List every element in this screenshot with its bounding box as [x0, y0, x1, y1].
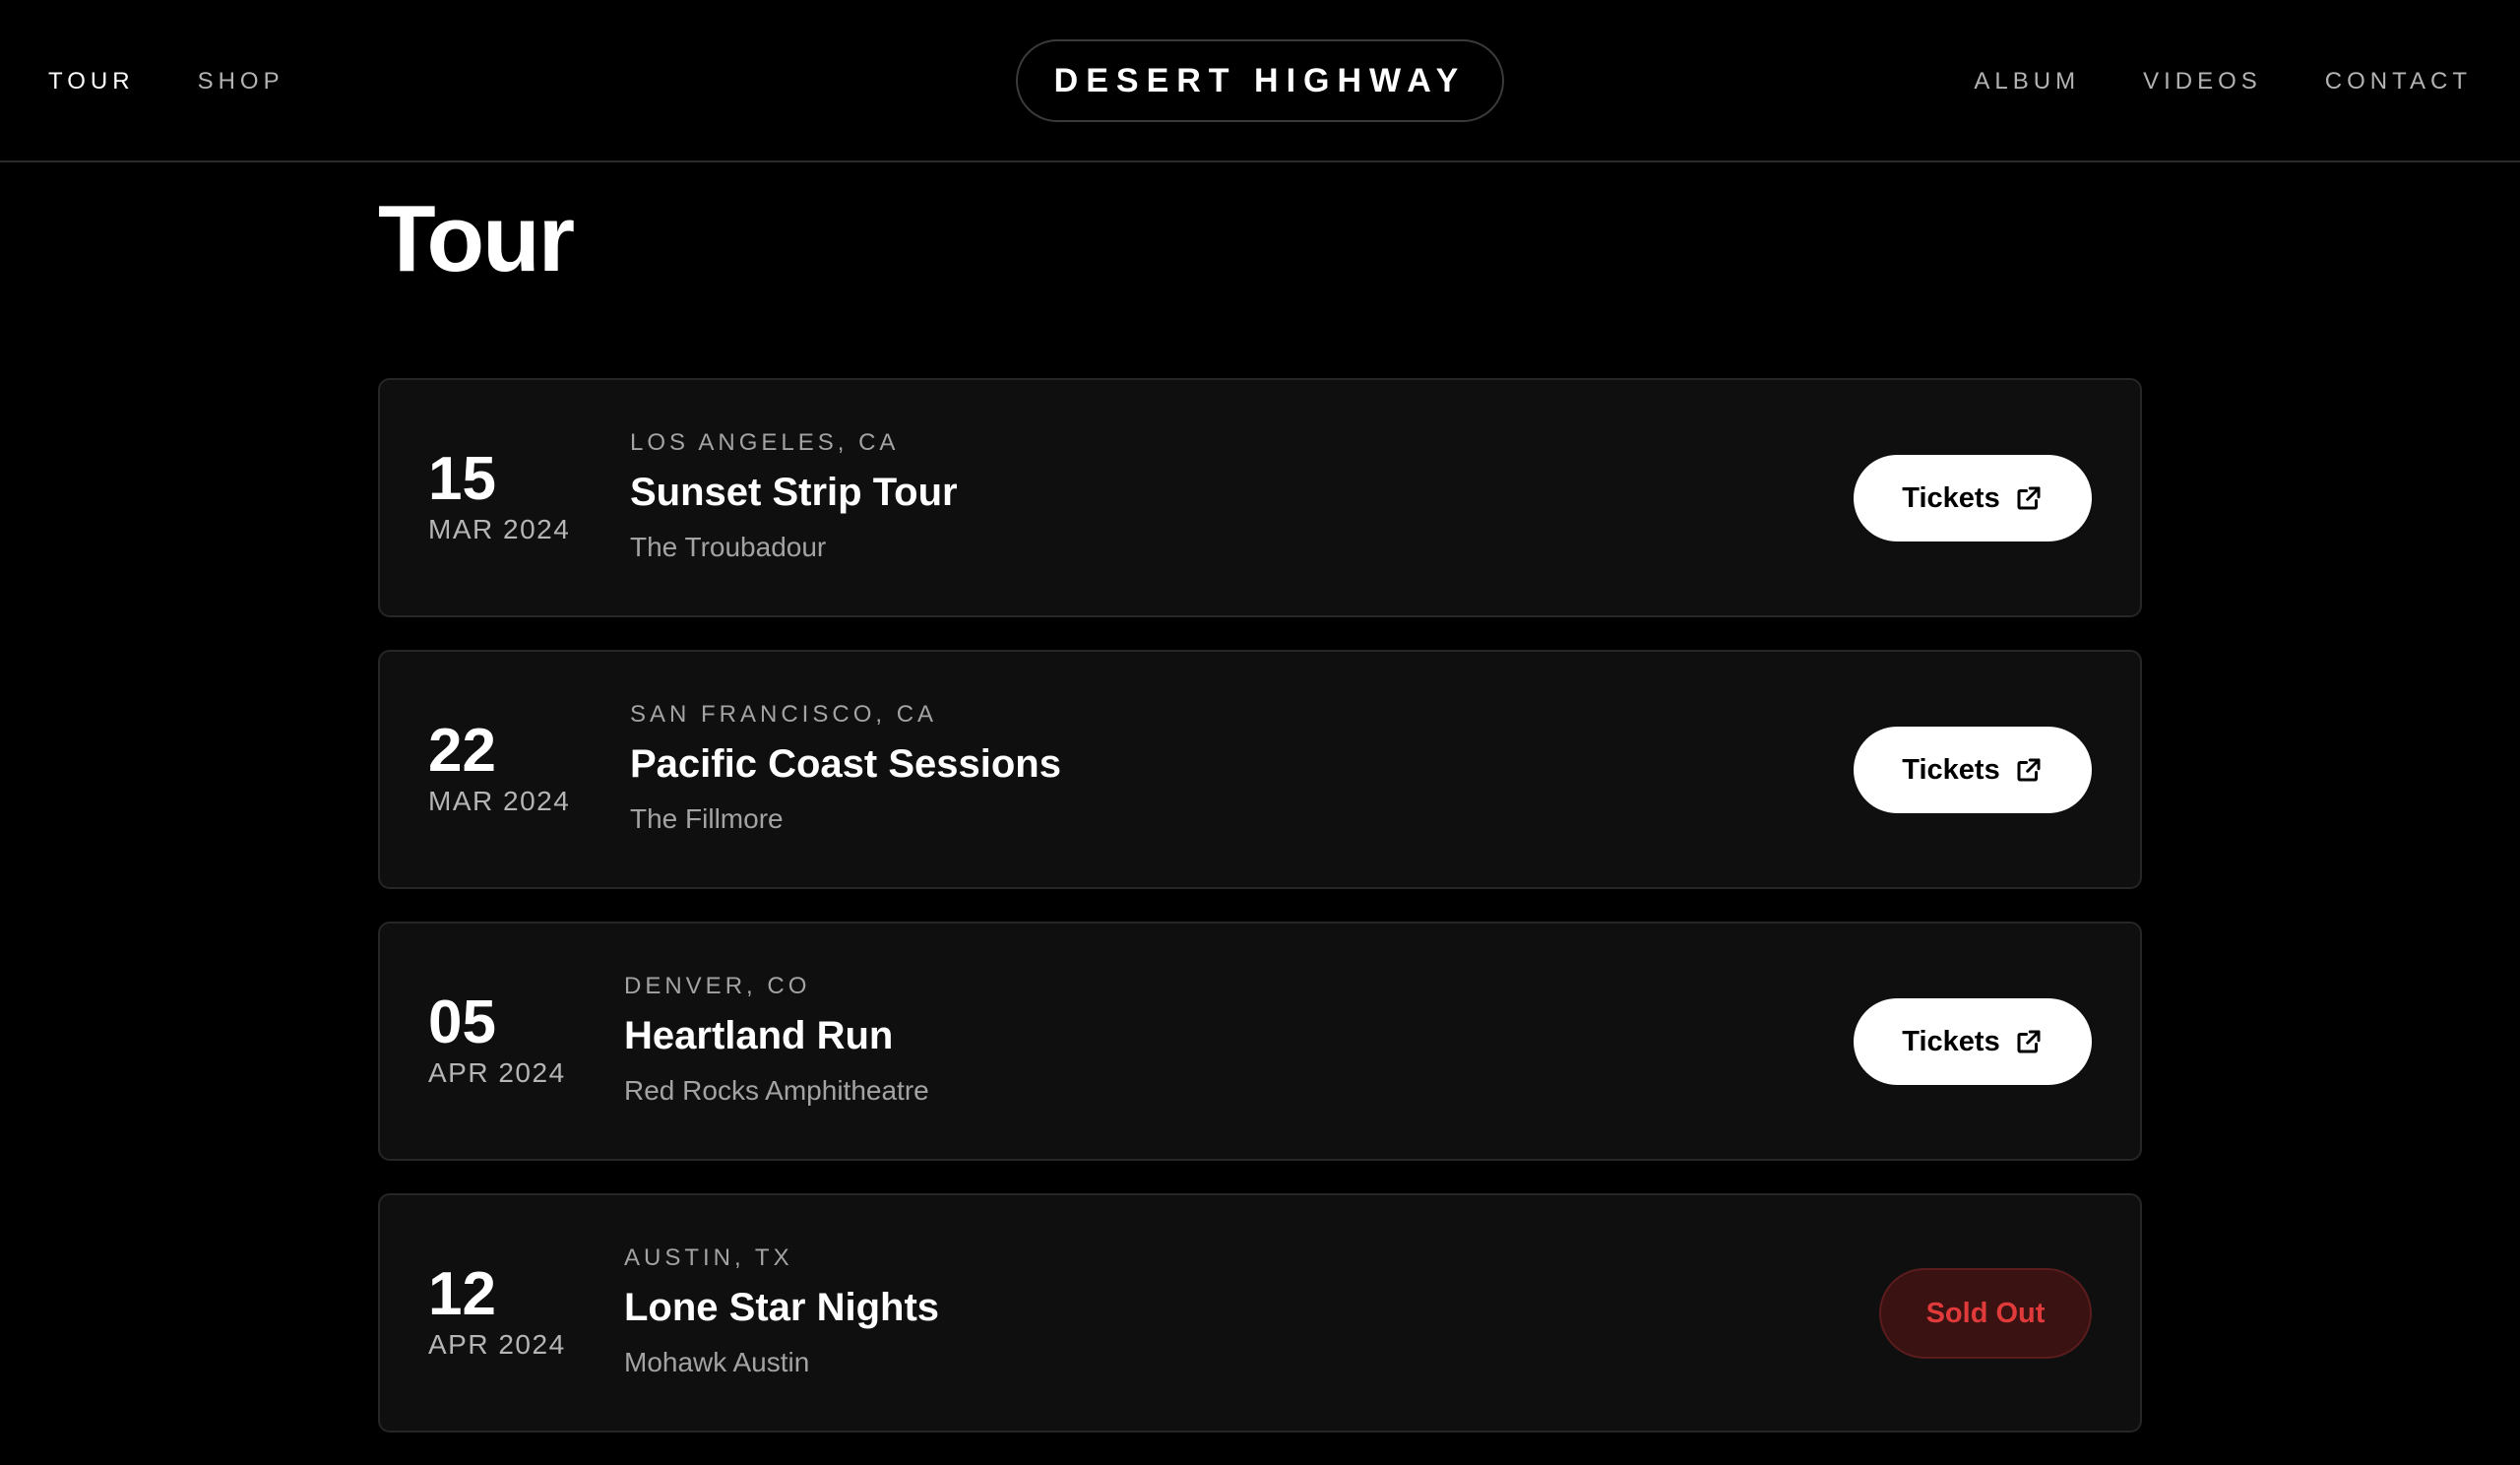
- date-month: MAR 2024: [428, 514, 571, 544]
- event-location: SAN FRANCISCO, CA: [630, 701, 938, 728]
- nav-right: ALBUM VIDEOS CONTACT: [1911, 0, 2472, 162]
- event-name: Lone Star Nights: [624, 1286, 940, 1329]
- tickets-button-label: Tickets: [1902, 481, 2000, 514]
- nav-left: TOUR SHOP: [48, 0, 347, 162]
- event-location: LOS ANGELES, CA: [630, 429, 900, 456]
- tickets-button-label: Tickets: [1902, 753, 2000, 786]
- nav-link-contact[interactable]: CONTACT: [2325, 68, 2472, 96]
- event-venue: The Fillmore: [630, 803, 784, 834]
- date-day: 15: [428, 445, 496, 513]
- tour-list: 15 MAR 2024 LOS ANGELES, CA Sunset Strip…: [378, 378, 2142, 1465]
- date-block: 12 APR 2024: [428, 1262, 566, 1363]
- external-link-icon: [2014, 755, 2044, 785]
- tickets-button[interactable]: Tickets: [1854, 998, 2092, 1085]
- event-info: AUSTIN, TX Lone Star Nights Mohawk Austi…: [624, 1242, 939, 1382]
- date-month: APR 2024: [428, 1057, 566, 1088]
- tour-card: 05 APR 2024 DENVER, CO Heartland Run Red…: [378, 922, 2142, 1161]
- external-link-icon: [2014, 1027, 2044, 1056]
- external-link-icon: [2014, 483, 2044, 513]
- page-title: Tour: [378, 186, 575, 291]
- date-day: 12: [428, 1260, 496, 1328]
- event-info: LOS ANGELES, CA Sunset Strip Tour The Tr…: [630, 427, 958, 567]
- event-info: DENVER, CO Heartland Run Red Rocks Amphi…: [624, 971, 929, 1111]
- event-name: Sunset Strip Tour: [630, 471, 958, 514]
- event-location: DENVER, CO: [624, 973, 811, 999]
- date-block: 15 MAR 2024: [428, 447, 570, 547]
- event-venue: Red Rocks Amphitheatre: [624, 1075, 929, 1106]
- tour-card: 22 MAR 2024 SAN FRANCISCO, CA Pacific Co…: [378, 650, 2142, 889]
- nav-link-album[interactable]: ALBUM: [1974, 68, 2080, 96]
- site-logo[interactable]: DESERT HIGHWAY: [1016, 39, 1504, 122]
- event-name: Heartland Run: [624, 1014, 894, 1057]
- event-venue: Mohawk Austin: [624, 1347, 810, 1377]
- sold-out-badge: Sold Out: [1879, 1268, 2092, 1359]
- event-name: Pacific Coast Sessions: [630, 742, 1061, 786]
- tour-card: 15 MAR 2024 LOS ANGELES, CA Sunset Strip…: [378, 378, 2142, 617]
- date-day: 05: [428, 988, 496, 1056]
- date-block: 22 MAR 2024: [428, 719, 570, 819]
- tickets-button-label: Tickets: [1902, 1025, 2000, 1057]
- tickets-button[interactable]: Tickets: [1854, 455, 2092, 541]
- date-block: 05 APR 2024: [428, 990, 566, 1091]
- date-day: 22: [428, 717, 496, 785]
- date-month: APR 2024: [428, 1329, 566, 1360]
- nav-link-videos[interactable]: VIDEOS: [2143, 68, 2262, 96]
- tickets-button[interactable]: Tickets: [1854, 727, 2092, 813]
- event-info: SAN FRANCISCO, CA Pacific Coast Sessions…: [630, 699, 1061, 839]
- tour-card: 12 APR 2024 AUSTIN, TX Lone Star Nights …: [378, 1193, 2142, 1433]
- date-month: MAR 2024: [428, 786, 571, 816]
- event-venue: The Troubadour: [630, 532, 827, 562]
- nav-link-tour[interactable]: TOUR: [48, 68, 135, 96]
- site-header: TOUR SHOP DESERT HIGHWAY ALBUM VIDEOS CO…: [0, 0, 2520, 162]
- nav-link-shop[interactable]: SHOP: [198, 68, 284, 96]
- event-location: AUSTIN, TX: [624, 1244, 793, 1271]
